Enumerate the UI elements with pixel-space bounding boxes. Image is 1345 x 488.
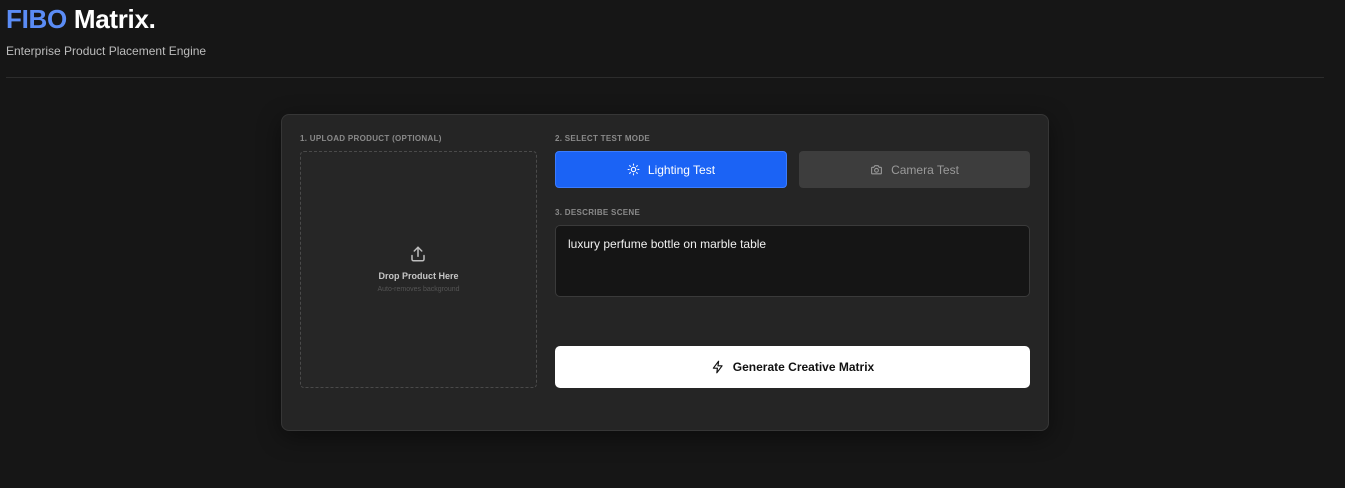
brand-subtitle: Enterprise Product Placement Engine [6, 44, 207, 58]
scene-label: 3. DESCRIBE SCENE [555, 208, 641, 217]
scene-description-input[interactable]: luxury perfume bottle on marble table [555, 225, 1030, 297]
upload-label: 1. UPLOAD PRODUCT (OPTIONAL) [300, 134, 442, 143]
brand-accent: FIBO [6, 4, 67, 34]
sun-icon [627, 163, 640, 176]
brand-title: FIBO Matrix. [6, 4, 206, 34]
lighting-test-label: Lighting Test [647, 162, 716, 177]
header-divider [6, 77, 1324, 78]
config-card: 1. UPLOAD PRODUCT (OPTIONAL) Drop Produc… [281, 114, 1049, 431]
camera-icon [871, 165, 883, 175]
camera-test-label: Camera Test [891, 162, 959, 177]
brand-rest: Matrix. [73, 4, 156, 34]
generate-button-label: Generate Creative Matrix [732, 360, 875, 374]
product-dropzone[interactable]: Drop Product Here Auto-removes backgroun… [300, 151, 537, 388]
upload-icon [411, 246, 425, 262]
dropzone-title: Drop Product Here [378, 271, 459, 281]
camera-test-button[interactable]: Camera Test [799, 151, 1030, 188]
dropzone-subtitle: Auto-removes background [377, 286, 460, 293]
generate-matrix-button[interactable]: Generate Creative Matrix [555, 346, 1030, 388]
mode-label: 2. SELECT TEST MODE [555, 134, 651, 143]
lighting-test-button[interactable]: Lighting Test [555, 151, 787, 188]
header: FIBO Matrix. Enterprise Product Placemen… [6, 4, 206, 58]
lightning-icon [712, 360, 723, 374]
